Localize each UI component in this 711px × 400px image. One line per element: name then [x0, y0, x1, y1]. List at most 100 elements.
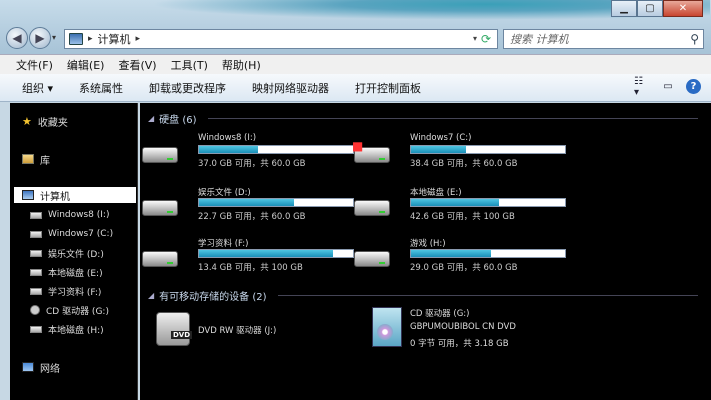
hard-drive-icon [30, 287, 42, 295]
drive-item[interactable]: 游戏 (H:) 29.0 GB 可用，共 60.0 GB [352, 237, 566, 277]
sidebar-item-label: Windows8 (I:) [48, 210, 110, 220]
sidebar-item-drive[interactable]: Windows8 (I:) [30, 207, 109, 223]
drive-item[interactable]: 娱乐文件 (D:) 22.7 GB 可用，共 60.0 GB [140, 186, 354, 226]
navigation-bar: ◀ ▶ ▾ ▸ 计算机 ▸ ▾ ⟳ 搜索 计算机 ⚲ [0, 24, 711, 52]
star-icon: ★ [22, 114, 32, 128]
preview-pane-icon[interactable]: ▭ [660, 80, 676, 94]
group-header-hard-drives[interactable]: ◢ 硬盘 (6) [148, 111, 698, 126]
collapse-icon[interactable]: ◢ [148, 291, 154, 300]
drive-item[interactable]: 本地磁盘 (E:) 42.6 GB 可用，共 100 GB [352, 186, 566, 226]
uninstall-program-button[interactable]: 卸载或更改程序 [149, 80, 226, 96]
optical-drive-item[interactable]: CD 驱动器 (G:) GBPUMOUBIBOL CN DVD 0 字节 可用，… [368, 305, 608, 355]
view-options-icon[interactable]: ☷ ▾ [634, 76, 650, 98]
computer-icon [22, 190, 34, 200]
drive-item[interactable]: 学习资料 (F:) 13.4 GB 可用，共 100 GB [140, 237, 354, 277]
drive-usage-bar [198, 198, 354, 207]
search-icon[interactable]: ⚲ [690, 32, 699, 46]
hard-drive-icon [30, 325, 42, 333]
drive-name: CD 驱动器 (G:) [410, 309, 470, 319]
sidebar-item-computer[interactable]: 计算机 [14, 187, 136, 203]
collapse-icon[interactable]: ◢ [148, 114, 154, 123]
windows-drive-icon: ■ [352, 139, 392, 165]
drive-item[interactable]: Windows8 (I:) 37.0 GB 可用，共 60.0 GB [140, 133, 354, 173]
drive-free-space: 0 字节 可用，共 3.18 GB [410, 339, 509, 349]
divider [207, 118, 698, 119]
optical-drive-item[interactable]: DVD DVD RW 驱动器 (J:) [152, 308, 392, 358]
hard-drive-icon [30, 211, 42, 219]
command-bar: 组织 ▾ 系统属性 卸载或更改程序 映射网络驱动器 打开控制面板 ☷ ▾ ▭ ? [0, 74, 711, 102]
sidebar-item-drive[interactable]: 本地磁盘 (E:) [30, 264, 103, 280]
drive-name: 娱乐文件 (D:) [198, 188, 251, 198]
drive-free-space: 29.0 GB 可用，共 60.0 GB [410, 263, 518, 273]
sidebar-item-favorites[interactable]: ★ 收藏夹 [22, 113, 68, 129]
address-dropdown-icon[interactable]: ▾ [473, 34, 477, 43]
sidebar-item-label: 网络 [40, 363, 60, 375]
maximize-button[interactable]: ▢ [637, 0, 663, 17]
hard-drive-icon [352, 192, 392, 218]
cd-media-icon [372, 307, 402, 347]
sidebar-item-label: 本地磁盘 (H:) [48, 325, 104, 336]
drive-item[interactable]: ■ Windows7 (C:) 38.4 GB 可用，共 60.0 GB [352, 133, 566, 173]
hard-drive-icon [140, 192, 180, 218]
cd-drive-icon [30, 305, 40, 315]
disc-label: GBPUMOUBIBOL CN DVD [410, 322, 516, 332]
group-header-removable[interactable]: ◢ 有可移动存储的设备 (2) [148, 288, 698, 303]
chevron-right-icon[interactable]: ▸ [136, 34, 141, 44]
address-bar[interactable]: ▸ 计算机 ▸ ▾ ⟳ [64, 29, 498, 49]
help-icon[interactable]: ? [686, 79, 701, 94]
open-control-panel-button[interactable]: 打开控制面板 [355, 80, 421, 96]
navigation-pane: ★ 收藏夹 库 计算机 Windows8 (I:) Windows7 (C:) … [10, 103, 138, 400]
divider [277, 295, 698, 296]
hard-drive-icon [30, 268, 42, 276]
drive-usage-bar [198, 145, 354, 154]
content-pane: ◢ 硬盘 (6) Windows8 (I:) 37.0 GB 可用，共 60.0… [140, 103, 711, 400]
hard-drive-icon [30, 230, 42, 238]
sidebar-item-label: Windows7 (C:) [48, 229, 114, 239]
sidebar-item-libraries[interactable]: 库 [22, 151, 50, 167]
forward-button[interactable]: ▶ [29, 27, 51, 49]
system-properties-button[interactable]: 系统属性 [79, 80, 123, 96]
explorer-window: ▁ ▢ ✕ ◀ ▶ ▾ ▸ 计算机 ▸ ▾ ⟳ 搜索 计算机 ⚲ 文件(F) 编… [0, 0, 711, 400]
map-network-drive-button[interactable]: 映射网络驱动器 [252, 80, 329, 96]
minimize-button[interactable]: ▁ [611, 0, 637, 17]
recent-pages-dropdown[interactable]: ▾ [52, 33, 56, 42]
group-title: 有可移动存储的设备 (2) [159, 292, 267, 303]
sidebar-item-drive[interactable]: 学习资料 (F:) [30, 283, 101, 299]
menu-edit[interactable]: 编辑(E) [67, 57, 105, 73]
back-button[interactable]: ◀ [6, 27, 28, 49]
search-input[interactable]: 搜索 计算机 ⚲ [503, 29, 704, 49]
sidebar-item-drive[interactable]: 本地磁盘 (H:) [30, 321, 104, 337]
address-path[interactable]: 计算机 [98, 31, 131, 47]
menu-help[interactable]: 帮助(H) [222, 57, 261, 73]
menu-bar: 文件(F) 编辑(E) 查看(V) 工具(T) 帮助(H) [0, 54, 711, 74]
menu-file[interactable]: 文件(F) [16, 57, 53, 73]
window-caption-buttons: ▁ ▢ ✕ [611, 0, 703, 17]
sidebar-item-label: 计算机 [40, 191, 70, 203]
menu-view[interactable]: 查看(V) [118, 57, 156, 73]
group-title: 硬盘 (6) [159, 115, 197, 126]
drive-name: Windows8 (I:) [198, 133, 257, 143]
sidebar-item-drive[interactable]: 娱乐文件 (D:) [30, 245, 104, 261]
organize-button[interactable]: 组织 ▾ [22, 80, 53, 96]
hard-drive-icon [140, 243, 180, 269]
drive-usage-bar [410, 249, 566, 258]
sidebar-item-label: 本地磁盘 (E:) [48, 268, 103, 279]
drive-usage-bar [410, 198, 566, 207]
dvd-drive-icon: DVD [156, 312, 193, 346]
library-icon [22, 154, 34, 164]
sidebar-item-network[interactable]: 网络 [22, 359, 60, 375]
refresh-icon[interactable]: ⟳ [478, 31, 494, 47]
drive-name: 游戏 (H:) [410, 239, 446, 249]
chevron-right-icon[interactable]: ▸ [88, 34, 93, 44]
sidebar-item-label: 学习资料 (F:) [48, 287, 102, 298]
sidebar-item-label: CD 驱动器 (G:) [46, 306, 109, 317]
sidebar-item-drive[interactable]: CD 驱动器 (G:) [30, 302, 109, 318]
command-bar-right: ☷ ▾ ▭ ? [634, 76, 701, 98]
sidebar-item-label: 收藏夹 [37, 117, 68, 129]
close-button[interactable]: ✕ [663, 0, 703, 17]
drive-name: Windows7 (C:) [410, 133, 472, 143]
drive-free-space: 37.0 GB 可用，共 60.0 GB [198, 159, 306, 169]
menu-tools[interactable]: 工具(T) [171, 57, 208, 73]
sidebar-item-label: 娱乐文件 (D:) [48, 249, 104, 260]
sidebar-item-drive[interactable]: Windows7 (C:) [30, 226, 113, 242]
